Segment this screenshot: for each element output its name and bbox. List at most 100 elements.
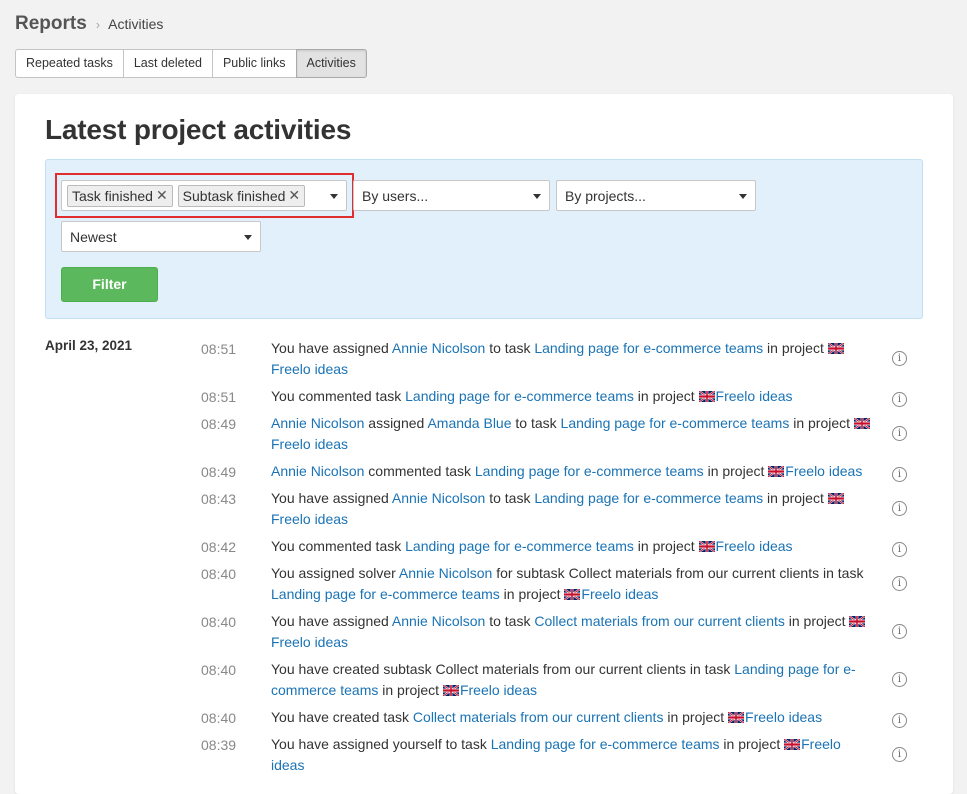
info-icon[interactable]: i xyxy=(892,426,907,441)
activity-link[interactable]: Landing page for e-commerce teams xyxy=(491,736,720,752)
filter-tag-label: Subtask finished xyxy=(182,187,286,204)
activity-text: You have assigned Annie Nicolson to task… xyxy=(271,611,893,653)
tab-public-links[interactable]: Public links xyxy=(211,49,297,78)
activity-link[interactable]: commerce teams xyxy=(271,682,378,698)
filter-tag: Task finished ✕ xyxy=(67,184,173,207)
activity-text-segment: to task xyxy=(485,340,535,356)
uk-flag-icon xyxy=(767,462,785,478)
caret-down-icon xyxy=(244,235,252,240)
activity-link[interactable]: Freelo ideas xyxy=(745,709,822,725)
activity-link[interactable]: Freelo ideas xyxy=(785,463,862,479)
activity-text-segment: in project xyxy=(784,613,850,629)
info-icon[interactable]: i xyxy=(892,747,907,762)
info-icon[interactable]: i xyxy=(892,392,907,407)
activity-link[interactable]: Annie Nicolson xyxy=(271,415,364,431)
info-icon[interactable]: i xyxy=(892,576,907,591)
activity-link[interactable]: Collect materials from our current clien… xyxy=(534,613,785,629)
activity-link[interactable]: Landing page for e-commerce teams xyxy=(405,388,634,404)
remove-tag-icon[interactable]: ✕ xyxy=(156,187,168,204)
caret-down-icon xyxy=(739,194,747,199)
activity-link[interactable]: Landing page for e-commerce teams xyxy=(405,538,634,554)
activity-link[interactable]: Freelo xyxy=(801,736,841,752)
caret-down-icon xyxy=(533,194,541,199)
activity-text-segment: commented task xyxy=(364,463,475,479)
activity-text: You commented task Landing page for e-co… xyxy=(271,386,893,407)
activity-link[interactable]: Annie Nicolson xyxy=(399,565,492,581)
activity-link[interactable]: ideas xyxy=(271,757,304,773)
sort-select-value: Newest xyxy=(70,228,117,245)
activity-link[interactable]: Freelo ideas xyxy=(460,682,537,698)
activity-time: 08:40 xyxy=(201,710,237,726)
activity-link[interactable]: Annie Nicolson xyxy=(392,340,485,356)
activity-text-segment: in project xyxy=(633,388,699,404)
activity-type-select[interactable]: Task finished ✕ Subtask finished ✕ xyxy=(61,180,347,211)
activity-link[interactable]: Freelo ideas xyxy=(271,361,348,377)
activity-text: Annie Nicolson commented task Landing pa… xyxy=(271,461,893,482)
filter-tag: Subtask finished ✕ xyxy=(177,184,306,207)
activity-text-segment: in project xyxy=(499,586,565,602)
info-icon[interactable]: i xyxy=(892,542,907,557)
activity-time: 08:49 xyxy=(201,464,237,480)
uk-flag-icon xyxy=(698,387,715,403)
activity-text-segment: in project xyxy=(789,415,854,431)
activity-time: 08:40 xyxy=(201,566,237,582)
activity-time: 08:39 xyxy=(201,737,237,753)
activity-text-segment: You have assigned xyxy=(271,340,392,356)
activity-text-segment: to task xyxy=(511,415,561,431)
activity-text: You have created task Collect materials … xyxy=(271,707,893,728)
activity-time: 08:49 xyxy=(201,416,237,432)
activity-link[interactable]: Freelo ideas xyxy=(581,586,658,602)
activity-text-segment: in project xyxy=(378,682,443,698)
info-icon[interactable]: i xyxy=(892,351,907,366)
activity-link[interactable]: Landing page for e-commerce teams xyxy=(561,415,790,431)
activity-link[interactable]: Landing page for e-commerce teams xyxy=(475,463,704,479)
breadcrumb-root[interactable]: Reports xyxy=(15,13,87,35)
caret-down-icon xyxy=(330,194,338,199)
filter-tag-label: Task finished xyxy=(72,187,153,204)
activity-link[interactable]: Collect materials from our current clien… xyxy=(413,709,664,725)
tab-repeated-tasks[interactable]: Repeated tasks xyxy=(15,49,124,78)
activity-link[interactable]: Landing page for e-commerce teams xyxy=(534,490,763,506)
info-icon[interactable]: i xyxy=(892,713,907,728)
activity-text: You have assigned yourself to task Landi… xyxy=(271,734,893,776)
activity-link[interactable]: Landing page for e-commerce teams xyxy=(271,586,500,602)
page-title: Latest project activities xyxy=(45,114,352,145)
sort-select[interactable]: Newest xyxy=(61,221,261,252)
activity-link[interactable]: Freelo ideas xyxy=(716,388,793,404)
activity-link[interactable]: Freelo ideas xyxy=(716,538,793,554)
activity-link[interactable]: Amanda Blue xyxy=(427,415,511,431)
info-icon[interactable]: i xyxy=(892,501,907,516)
activity-link[interactable]: Landing page for e-commerce teams xyxy=(534,340,763,356)
uk-flag-icon xyxy=(783,735,801,751)
projects-select[interactable]: By projects... xyxy=(556,180,756,211)
activity-text-segment: in project xyxy=(703,463,769,479)
info-icon[interactable]: i xyxy=(892,672,907,687)
uk-flag-icon xyxy=(698,537,715,553)
filter-button[interactable]: Filter xyxy=(61,267,158,302)
remove-tag-icon[interactable]: ✕ xyxy=(288,187,300,204)
activity-text-segment: assigned xyxy=(364,415,428,431)
tab-activities[interactable]: Activities xyxy=(295,49,367,78)
chevron-right-icon: › xyxy=(95,16,101,32)
info-icon[interactable]: i xyxy=(892,467,907,482)
activity-link[interactable]: Annie Nicolson xyxy=(271,463,364,479)
users-select-placeholder: By users... xyxy=(362,187,429,204)
activity-time: 08:43 xyxy=(201,491,237,507)
activity-link[interactable]: Freelo ideas xyxy=(271,634,348,650)
activity-link[interactable]: Annie Nicolson xyxy=(392,613,485,629)
users-select[interactable]: By users... xyxy=(353,180,550,211)
uk-flag-icon xyxy=(853,414,871,430)
activity-time: 08:40 xyxy=(201,662,237,678)
activity-link[interactable]: Landing page for e- xyxy=(734,661,855,677)
activity-link[interactable]: Freelo ideas xyxy=(271,511,348,527)
activity-time: 08:40 xyxy=(201,614,237,630)
info-icon[interactable]: i xyxy=(892,624,907,639)
tab-last-deleted[interactable]: Last deleted xyxy=(122,49,213,78)
activity-link[interactable]: Annie Nicolson xyxy=(392,490,485,506)
activity-text-segment: You have created task xyxy=(271,709,413,725)
activity-text: Annie Nicolson assigned Amanda Blue to t… xyxy=(271,413,893,455)
breadcrumb: Reports › Activities xyxy=(15,13,163,35)
activity-link[interactable]: Freelo ideas xyxy=(271,436,348,452)
activity-text: You have created subtask Collect materia… xyxy=(271,659,893,701)
uk-flag-icon xyxy=(827,489,845,505)
